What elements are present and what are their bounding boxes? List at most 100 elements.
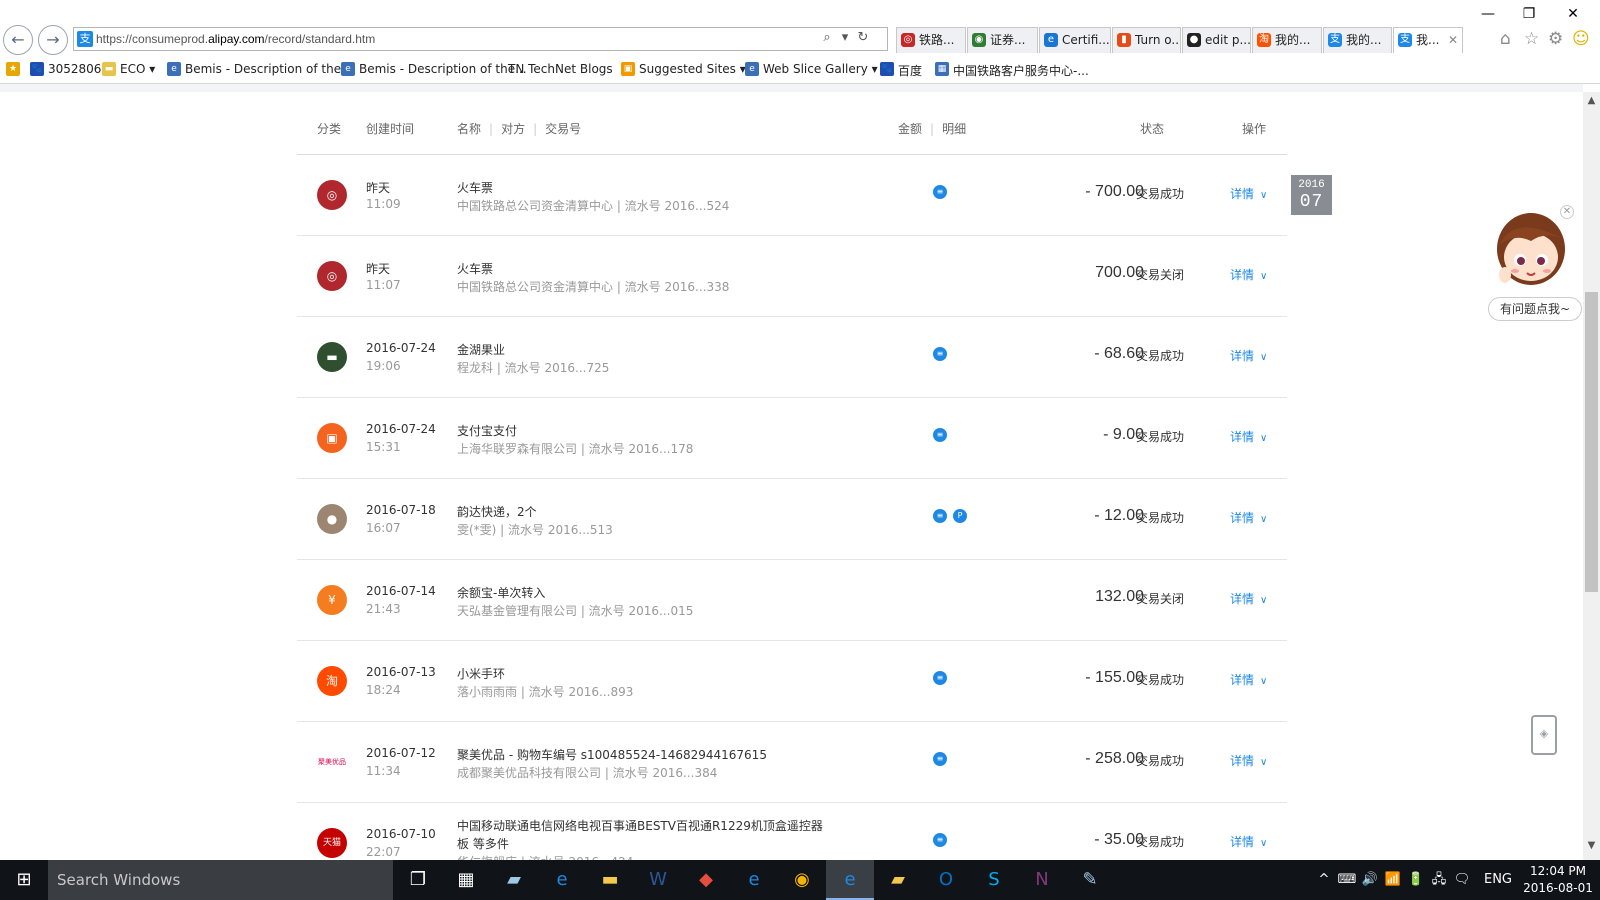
browser-tab[interactable]: 淘我的... (1252, 27, 1322, 53)
transaction-row[interactable]: 天猫 2016-07-10 22:07 中国移动联通电信网络电视百事通BESTV百视通… (297, 803, 1287, 860)
tab-close-icon[interactable]: ✕ (1448, 28, 1458, 52)
favorite-link[interactable]: ▬ ECO ▾ (102, 62, 155, 76)
taskbar-task-view-icon[interactable]: ❐ (394, 860, 442, 900)
restore-button[interactable]: ❐ (1514, 4, 1544, 24)
details-link[interactable]: 详情 ∨ (1230, 752, 1267, 769)
refresh-icon[interactable]: ↻ (855, 30, 871, 45)
detail-list-icon[interactable]: ≡ (933, 752, 947, 766)
detail-list-icon[interactable]: ≡ (933, 509, 947, 523)
search-windows-box[interactable]: Search Windows (48, 860, 393, 900)
detail-list-icon[interactable]: ≡ (933, 347, 947, 361)
taskbar-edge-icon[interactable]: e (538, 860, 586, 900)
start-button[interactable]: ⊞ (0, 860, 48, 900)
vertical-scrollbar[interactable]: ▲ ▼ (1583, 92, 1600, 860)
favorite-link[interactable]: e Web Slice Gallery ▾ (745, 62, 878, 76)
taskbar-skype-icon[interactable]: S (970, 860, 1018, 900)
year-month-badge[interactable]: 2016 07 (1291, 175, 1332, 215)
details-link[interactable]: 详情 ∨ (1230, 185, 1267, 202)
address-bar[interactable]: 支 https://consumeprod.alipay.com/record/… (73, 27, 888, 51)
taskbar-ie-active-icon[interactable]: e (826, 860, 874, 900)
details-link[interactable]: 详情 ∨ (1230, 428, 1267, 445)
transaction-row[interactable]: 淘 2016-07-13 18:24 小米手环 落小雨雨雨 | 流水号 2016...8… (297, 641, 1287, 722)
url-text[interactable]: https://consumeprod.alipay.com/record/st… (96, 32, 375, 46)
transaction-name[interactable]: 火车票 (457, 260, 493, 277)
favorite-link[interactable]: 🐾 百度 (880, 62, 922, 79)
taskbar-app-generic-icon[interactable]: ▰ (490, 860, 538, 900)
transaction-name[interactable]: 聚美优品 - 购物车编号 s100485524-14682944167615 (457, 746, 767, 763)
keyboard-icon[interactable]: ⌨ (1337, 860, 1357, 900)
transaction-name[interactable]: 支付宝支付 (457, 422, 517, 439)
taskbar-app-colorful-icon[interactable]: ◆ (682, 860, 730, 900)
notifications-icon[interactable]: 🗨 (1452, 860, 1472, 900)
transaction-row[interactable]: ◎ 昨天 11:07 火车票 中国铁路总公司资金清算中心 | 流水号 2016...33… (297, 236, 1287, 317)
transaction-name[interactable]: 中国移动联通电信网络电视百事通BESTV百视通R1229机顶盒遥控器 (457, 817, 823, 834)
transaction-row[interactable]: 聚美优品 2016-07-12 11:34 聚美优品 - 购物车编号 s1004855… (297, 722, 1287, 803)
favorites-star-icon[interactable]: ☆ (1524, 29, 1539, 49)
browser-tab[interactable]: ◉ 证券... (967, 27, 1038, 53)
favorite-link[interactable]: ▦ 中国铁路客户服务中心-... (935, 62, 1089, 79)
transaction-name[interactable]: 火车票 (457, 179, 493, 196)
favorite-link[interactable]: 🐾 3052806 (30, 62, 101, 76)
settings-gear-icon[interactable]: ⚙ (1548, 29, 1563, 49)
taskbar-onenote-icon[interactable]: N (1018, 860, 1066, 900)
favorite-link[interactable]: TN TechNet Blogs (508, 62, 613, 76)
detail-list-icon[interactable]: ≡ (933, 833, 947, 847)
transaction-name-continued[interactable]: 板 等多件 (457, 835, 509, 852)
taskbar-app-folder-icon[interactable]: ▰ (874, 860, 922, 900)
battery-icon[interactable]: 🔋 (1406, 860, 1426, 900)
feedback-smiley-icon[interactable]: ☺ (1572, 29, 1590, 49)
details-link[interactable]: 详情 ∨ (1230, 347, 1267, 364)
mobile-phone-icon[interactable]: ◈ (1531, 715, 1557, 755)
assistant-bubble[interactable]: 有问题点我~ (1488, 297, 1582, 321)
taskbar-chrome-icon[interactable]: ◉ (778, 860, 826, 900)
details-link[interactable]: 详情 ∨ (1230, 266, 1267, 283)
taskbar-ie-icon[interactable]: e (730, 860, 778, 900)
minimize-button[interactable]: — (1473, 4, 1503, 24)
wifi-icon[interactable]: 📶 (1383, 860, 1403, 900)
close-window-button[interactable]: ✕ (1558, 4, 1588, 24)
transaction-name[interactable]: 余额宝-单次转入 (457, 584, 545, 601)
taskbar-store-icon[interactable]: ▦ (442, 860, 490, 900)
transaction-row[interactable]: ▬ 2016-07-24 19:06 金湖果业 程龙科 | 流水号 2016...725… (297, 317, 1287, 398)
details-link[interactable]: 详情 ∨ (1230, 671, 1267, 688)
show-hidden-icons[interactable]: ^ (1314, 860, 1334, 900)
favorite-link[interactable]: e Bemis - Description of the... (167, 62, 353, 76)
forward-button[interactable]: → (38, 25, 68, 55)
assistant-close-icon[interactable]: ✕ (1560, 205, 1574, 219)
back-button[interactable]: ← (3, 25, 33, 55)
taskbar-outlook-icon[interactable]: O (922, 860, 970, 900)
detail-list-icon[interactable]: ≡ (933, 428, 947, 442)
favorite-link[interactable]: e Bemis - Description of the... (341, 62, 527, 76)
browser-tab[interactable]: ◎ 铁路... (896, 27, 966, 53)
scroll-thumb[interactable] (1585, 292, 1598, 592)
search-icon[interactable]: ⌕ (819, 30, 835, 45)
detail-list-icon[interactable]: ≡ (933, 671, 947, 685)
taskbar-word-icon[interactable]: W (634, 860, 682, 900)
favorite-link[interactable]: ▣ Suggested Sites ▾ (621, 62, 746, 76)
details-link[interactable]: 详情 ∨ (1230, 509, 1267, 526)
network-icon[interactable]: 🖧 (1429, 860, 1449, 900)
taskbar-paint-icon[interactable]: ✎ (1066, 860, 1114, 900)
dropdown-icon[interactable]: ▾ (837, 30, 853, 45)
browser-tab[interactable]: 支我... ✕ (1393, 27, 1463, 53)
transaction-row[interactable]: ▣ 2016-07-24 15:31 支付宝支付 上海华联罗森有限公司 | 流水号 20… (297, 398, 1287, 479)
volume-icon[interactable]: 🔊 (1360, 860, 1380, 900)
transaction-name[interactable]: 韵达快递，2个 (457, 503, 537, 520)
coupon-detail-icon[interactable]: P (953, 509, 967, 523)
transaction-name[interactable]: 小米手环 (457, 665, 505, 682)
details-link[interactable]: 详情 ∨ (1230, 590, 1267, 607)
transaction-row[interactable]: ◎ 昨天 11:09 火车票 中国铁路总公司资金清算中心 | 流水号 2016...52… (297, 155, 1287, 236)
home-icon[interactable]: ⌂ (1500, 29, 1511, 49)
system-clock[interactable]: 12:04 PM 2016-08-01 (1520, 863, 1596, 897)
transaction-name[interactable]: 金湖果业 (457, 341, 505, 358)
details-link[interactable]: 详情 ∨ (1230, 833, 1267, 850)
browser-tab[interactable]: e Certifi... (1039, 27, 1111, 53)
browser-tab[interactable]: ● edit p... (1182, 27, 1251, 53)
browser-tab[interactable]: 支我的... (1323, 27, 1392, 53)
transaction-row[interactable]: ¥2016-07-14 21:43 余额宝-单次转入 天弘基金管理有限公司 | 流水号… (297, 560, 1287, 641)
browser-tab[interactable]: ▮ Turn o... (1112, 27, 1181, 53)
transaction-row[interactable]: ● 2016-07-18 16:07 韵达快递，2个 雯(*雯) | 流水号 2016.… (297, 479, 1287, 560)
language-indicator[interactable]: ENG (1480, 860, 1516, 900)
taskbar-file-explorer-icon[interactable]: ▬ (586, 860, 634, 900)
scroll-up-arrow[interactable]: ▲ (1583, 92, 1600, 109)
